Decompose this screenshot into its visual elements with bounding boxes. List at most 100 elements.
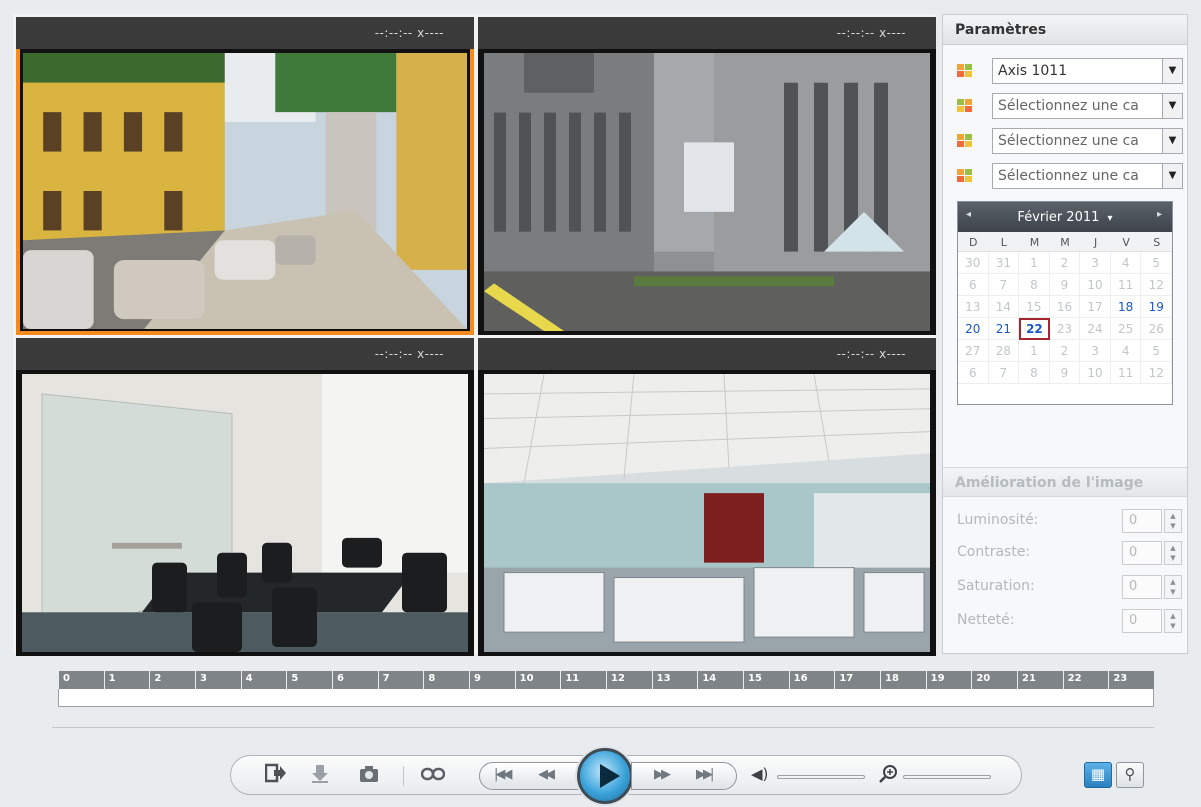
calendar-day[interactable]: 5 bbox=[1141, 340, 1172, 362]
calendar-day[interactable]: 1 bbox=[1019, 252, 1050, 274]
link-icon[interactable] bbox=[420, 766, 446, 787]
camera-grid-icon bbox=[957, 134, 973, 148]
camera-select-4[interactable]: Sélectionnez une ca ▼ bbox=[992, 163, 1183, 189]
calendar-day[interactable]: 9 bbox=[1049, 274, 1081, 296]
camera-view-1[interactable]: --:--:-- x---- bbox=[16, 17, 474, 335]
calendar-day[interactable]: 4 bbox=[1110, 340, 1142, 362]
calendar-day[interactable]: 6 bbox=[958, 362, 989, 384]
calendar-day[interactable]: 8 bbox=[1019, 362, 1050, 384]
camera-select-row-2: Sélectionnez une ca ▼ bbox=[957, 93, 1183, 119]
spinner-icon[interactable]: ▲ ▼ bbox=[1164, 541, 1182, 565]
calendar-weekday: S bbox=[1153, 236, 1161, 249]
calendar-day[interactable]: 22 bbox=[1019, 318, 1050, 340]
calendar-day[interactable]: 4 bbox=[1110, 252, 1142, 274]
divider bbox=[52, 727, 1154, 728]
calendar-day[interactable]: 17 bbox=[1080, 296, 1111, 318]
calendar-month[interactable]: Février 2011 bbox=[1017, 210, 1099, 225]
calendar-day[interactable]: 28 bbox=[988, 340, 1020, 362]
search-button[interactable]: ⚲ bbox=[1116, 762, 1144, 788]
calendar-day[interactable]: 5 bbox=[1141, 252, 1172, 274]
calendar-day[interactable]: 3 bbox=[1080, 340, 1111, 362]
calendar-weekday: M bbox=[1060, 236, 1070, 249]
saturation-input[interactable]: 0 bbox=[1122, 575, 1162, 599]
spinner-icon[interactable]: ▲ ▼ bbox=[1164, 609, 1182, 633]
calendar-day[interactable]: 27 bbox=[958, 340, 989, 362]
export-icon[interactable] bbox=[264, 763, 287, 788]
calendar-weekday: V bbox=[1122, 236, 1130, 249]
calendar-day[interactable]: 31 bbox=[988, 252, 1020, 274]
rewind-group: |◀◀ ◀◀ bbox=[479, 762, 579, 790]
calendar-day[interactable]: 2 bbox=[1049, 340, 1081, 362]
calendar-day[interactable]: 30 bbox=[958, 252, 989, 274]
calendar-day[interactable]: 20 bbox=[958, 318, 989, 340]
calendar-day[interactable]: 12 bbox=[1141, 274, 1172, 296]
calendar-day[interactable]: 1 bbox=[1019, 340, 1050, 362]
skip-to-start-icon[interactable]: |◀◀ bbox=[494, 767, 512, 782]
calendar-day[interactable]: 11 bbox=[1110, 274, 1142, 296]
calendar-day[interactable]: 26 bbox=[1141, 318, 1172, 340]
timeline-hour-label: 23 bbox=[1108, 671, 1154, 689]
rewind-icon[interactable]: ◀◀ bbox=[538, 767, 555, 782]
calendar-day[interactable]: 9 bbox=[1049, 362, 1081, 384]
calendar-day[interactable]: 11 bbox=[1110, 362, 1142, 384]
calendar-day[interactable]: 13 bbox=[958, 296, 989, 318]
spinner-icon[interactable]: ▲ ▼ bbox=[1164, 575, 1182, 599]
calendar-weekday: J bbox=[1093, 236, 1098, 249]
timeline-hour-label: 11 bbox=[560, 671, 606, 689]
camera-feed-meeting-room bbox=[22, 374, 468, 652]
saturation-label: Saturation: bbox=[957, 578, 1035, 594]
search-icon: ⚲ bbox=[1124, 765, 1136, 783]
calendar-month-dropdown-icon[interactable]: ▾ bbox=[1108, 213, 1113, 224]
timeline-hour-label: 10 bbox=[514, 671, 561, 689]
sharpness-input[interactable]: 0 bbox=[1122, 609, 1162, 633]
timeline-track[interactable] bbox=[58, 689, 1154, 707]
calendar-day[interactable]: 24 bbox=[1080, 318, 1111, 340]
camera-view-2[interactable]: --:--:-- x---- bbox=[478, 17, 936, 335]
calendar-day[interactable]: 3 bbox=[1080, 252, 1111, 274]
calendar-day[interactable]: 25 bbox=[1110, 318, 1142, 340]
settings-panel: Paramètres Axis 1011 ▼ Sélectionnez une c… bbox=[942, 14, 1188, 654]
calendar-day[interactable]: 10 bbox=[1080, 274, 1111, 296]
spinner-icon[interactable]: ▲ ▼ bbox=[1164, 509, 1182, 533]
calendar-day[interactable]: 7 bbox=[988, 274, 1020, 296]
timeline-hour-label: 14 bbox=[697, 671, 743, 689]
calendar-prev-icon[interactable]: ◂ bbox=[966, 209, 971, 220]
fast-forward-icon[interactable]: ▶▶ bbox=[654, 767, 671, 782]
camera-timestamp: --:--:-- x---- bbox=[16, 338, 474, 370]
calendar-day[interactable]: 16 bbox=[1049, 296, 1081, 318]
calendar-day[interactable]: 2 bbox=[1049, 252, 1081, 274]
camera-select-1[interactable]: Axis 1011 ▼ bbox=[992, 58, 1183, 84]
calendar-day[interactable]: 18 bbox=[1110, 296, 1142, 318]
saturation-row: Saturation: 0 ▲ ▼ bbox=[957, 575, 1183, 599]
calendar-day[interactable]: 10 bbox=[1080, 362, 1111, 384]
calendar-day[interactable]: 7 bbox=[988, 362, 1020, 384]
chevron-down-icon: ▼ bbox=[1162, 94, 1182, 118]
camera-icon[interactable] bbox=[359, 765, 379, 788]
calendar-day[interactable]: 23 bbox=[1049, 318, 1081, 340]
calendar-day[interactable]: 19 bbox=[1141, 296, 1172, 318]
camera-select-2[interactable]: Sélectionnez une ca ▼ bbox=[992, 93, 1183, 119]
calendar-days: 30 31 1 2 3 4 5 6 7 8 9 10 11 12 13 14 15 16 17 18 19 20 21 22 2… bbox=[958, 252, 1172, 384]
timeline-hour-label: 21 bbox=[1017, 671, 1063, 689]
calendar-day[interactable]: 12 bbox=[1141, 362, 1172, 384]
calendar-day[interactable]: 15 bbox=[1019, 296, 1050, 318]
volume-slider[interactable] bbox=[777, 775, 865, 779]
camera-select-3[interactable]: Sélectionnez une ca ▼ bbox=[992, 128, 1183, 154]
camera-view-3[interactable]: --:--:-- x---- bbox=[16, 338, 474, 656]
calendar-day[interactable]: 21 bbox=[988, 318, 1020, 340]
calendar-day[interactable]: 14 bbox=[988, 296, 1020, 318]
skip-to-end-icon[interactable]: ▶▶| bbox=[696, 767, 714, 782]
download-icon[interactable] bbox=[311, 764, 329, 789]
calendar-day[interactable]: 8 bbox=[1019, 274, 1050, 296]
play-button[interactable] bbox=[577, 748, 633, 804]
camera-view-4[interactable]: --:--:-- x---- bbox=[478, 338, 936, 656]
brightness-input[interactable]: 0 bbox=[1122, 509, 1162, 533]
recording-timeline[interactable]: 0 1 2 3 4 5 6 7 8 9 10 11 12 13 14 15 16 17 18 19 20 21 22 23 bbox=[58, 671, 1154, 707]
sharpness-row: Netteté: 0 ▲ ▼ bbox=[957, 609, 1183, 633]
zoom-slider[interactable] bbox=[903, 775, 991, 779]
calendar-day[interactable]: 6 bbox=[958, 274, 989, 296]
filmstrip-view-button[interactable]: ▦ bbox=[1084, 762, 1112, 788]
contrast-input[interactable]: 0 bbox=[1122, 541, 1162, 565]
camera-select-row-1: Axis 1011 ▼ bbox=[957, 58, 1183, 84]
calendar-next-icon[interactable]: ▸ bbox=[1157, 209, 1162, 220]
